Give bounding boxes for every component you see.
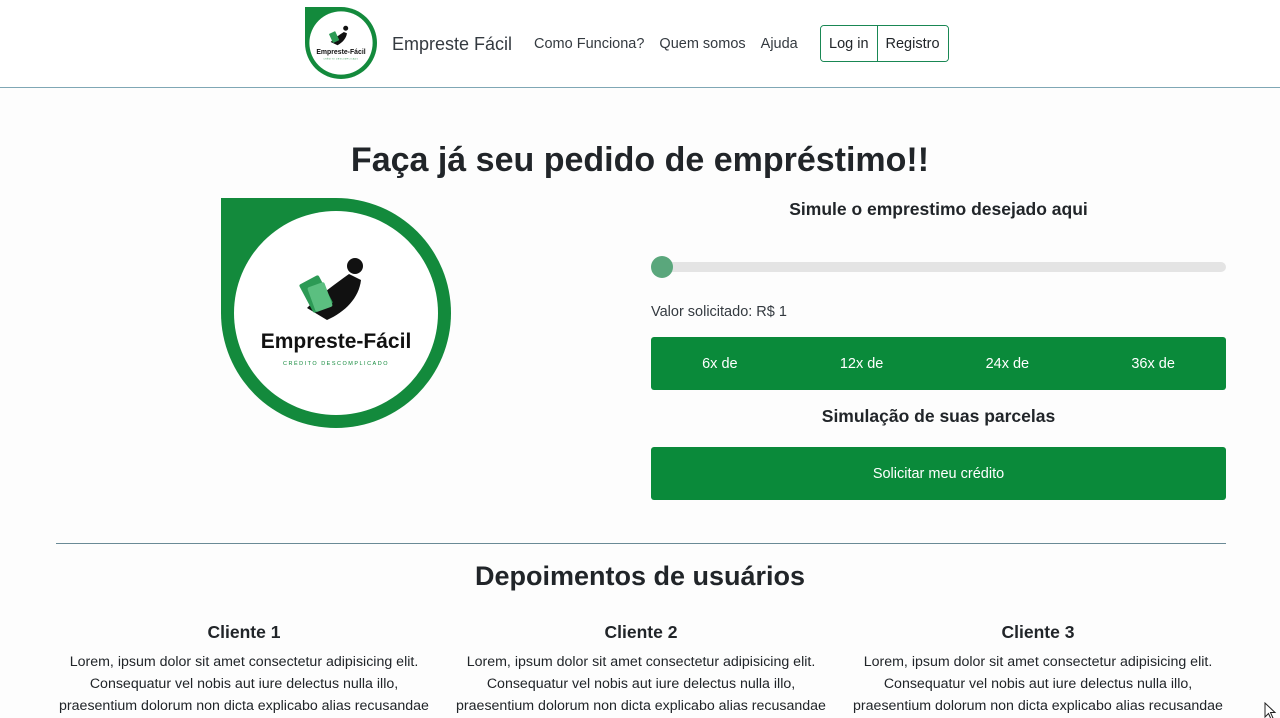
testimonial-card: Cliente 2 Lorem, ipsum dolor sit amet co… — [446, 622, 836, 717]
hero-logo: Empreste-Fácil CRÉDITO DESCOMPLICADO — [221, 198, 451, 428]
auth-button-group: Log in Registro — [820, 25, 949, 62]
nav-link-quem-somos[interactable]: Quem somos — [659, 36, 745, 52]
nav-links: Como Funciona? Quem somos Ajuda — [534, 36, 813, 52]
mouse-cursor-icon — [1264, 702, 1277, 718]
testimonial-text: Lorem, ipsum dolor sit amet consectetur … — [456, 654, 826, 714]
installments-simulation-title: Simulação de suas parcelas — [821, 406, 1056, 426]
svg-text:Empreste-Fácil: Empreste-Fácil — [316, 49, 365, 56]
testimonial-text: Lorem, ipsum dolor sit amet consectetur … — [853, 654, 1223, 714]
testimonial-name: Cliente 2 — [604, 622, 678, 642]
installment-36x[interactable]: 36x de — [1131, 356, 1175, 372]
loan-amount-slider-track[interactable] — [652, 262, 1226, 272]
requested-value-label: Valor solicitado: R$ 1 — [651, 304, 787, 320]
testimonial-text: Lorem, ipsum dolor sit amet consectetur … — [59, 654, 429, 714]
request-credit-button[interactable]: Solicitar meu crédito — [651, 447, 1226, 500]
testimonial-name: Cliente 3 — [1001, 622, 1075, 642]
installment-24x[interactable]: 24x de — [986, 356, 1030, 372]
brand-logo[interactable]: Empreste-Fácil CRÉDITO DESCOMPLICADO — [305, 7, 377, 79]
testimonial-name: Cliente 1 — [207, 622, 281, 642]
installment-6x[interactable]: 6x de — [702, 356, 737, 372]
testimonial-card: Cliente 1 Lorem, ipsum dolor sit amet co… — [49, 622, 439, 717]
installment-options: 6x de 12x de 24x de 36x de — [651, 337, 1226, 390]
loan-amount-slider-thumb[interactable] — [651, 256, 673, 278]
svg-text:Empreste-Fácil: Empreste-Fácil — [261, 330, 412, 353]
simulator-title: Simule o emprestimo desejado aqui — [789, 199, 1088, 219]
svg-text:CRÉDITO DESCOMPLICADO: CRÉDITO DESCOMPLICADO — [283, 360, 389, 367]
register-button[interactable]: Registro — [876, 26, 948, 61]
section-divider — [56, 543, 1226, 544]
page-title: Faça já seu pedido de empréstimo!! — [350, 141, 930, 179]
installment-12x[interactable]: 12x de — [840, 356, 884, 372]
testimonials-title: Depoimentos de usuários — [474, 561, 806, 591]
testimonial-card: Cliente 3 Lorem, ipsum dolor sit amet co… — [843, 622, 1233, 717]
login-button[interactable]: Log in — [821, 26, 877, 61]
nav-link-como-funciona[interactable]: Como Funciona? — [534, 36, 644, 52]
nav-link-ajuda[interactable]: Ajuda — [761, 36, 798, 52]
navbar: Empreste-Fácil CRÉDITO DESCOMPLICADO Emp… — [0, 0, 1280, 88]
brand-name[interactable]: Empreste Fácil — [392, 34, 512, 55]
